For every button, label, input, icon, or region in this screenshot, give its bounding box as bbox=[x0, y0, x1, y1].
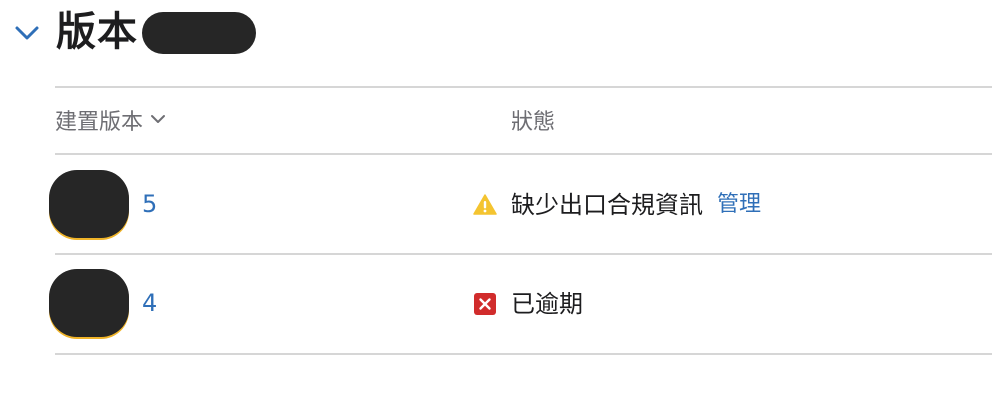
section-title: 版本 bbox=[56, 9, 138, 55]
status-text: 已逾期 bbox=[511, 290, 583, 318]
build-number-link[interactable]: 5 bbox=[142, 189, 157, 219]
table-row[interactable]: 4 已逾期 bbox=[49, 255, 992, 355]
manage-link[interactable]: 管理 bbox=[717, 190, 761, 220]
app-icon bbox=[49, 269, 129, 337]
status-text: 缺少出口合規資訊 bbox=[511, 191, 703, 219]
build-column-label: 建置版本 bbox=[55, 110, 144, 135]
status-cell: 缺少出口合規資訊 管理 bbox=[473, 187, 761, 223]
status-column-label: 狀態 bbox=[511, 110, 556, 135]
collapse-toggle-button[interactable] bbox=[12, 18, 42, 48]
build-number-link[interactable]: 4 bbox=[142, 288, 157, 318]
redacted-app-name bbox=[142, 12, 256, 54]
build-column-header[interactable]: 建置版本 bbox=[55, 86, 167, 154]
sort-chevron-icon bbox=[149, 109, 167, 134]
app-icon bbox=[49, 170, 129, 238]
versions-section-header: 版本 bbox=[0, 0, 992, 66]
expired-x-icon bbox=[473, 292, 497, 316]
chevron-down-icon bbox=[15, 26, 39, 40]
table-row[interactable]: 5 缺少出口合規資訊 管理 bbox=[49, 155, 992, 255]
warning-triangle-icon bbox=[473, 193, 497, 217]
status-cell: 已逾期 bbox=[473, 286, 583, 322]
status-column-header: 狀態 bbox=[511, 86, 555, 154]
table-bottom-divider bbox=[55, 353, 992, 355]
